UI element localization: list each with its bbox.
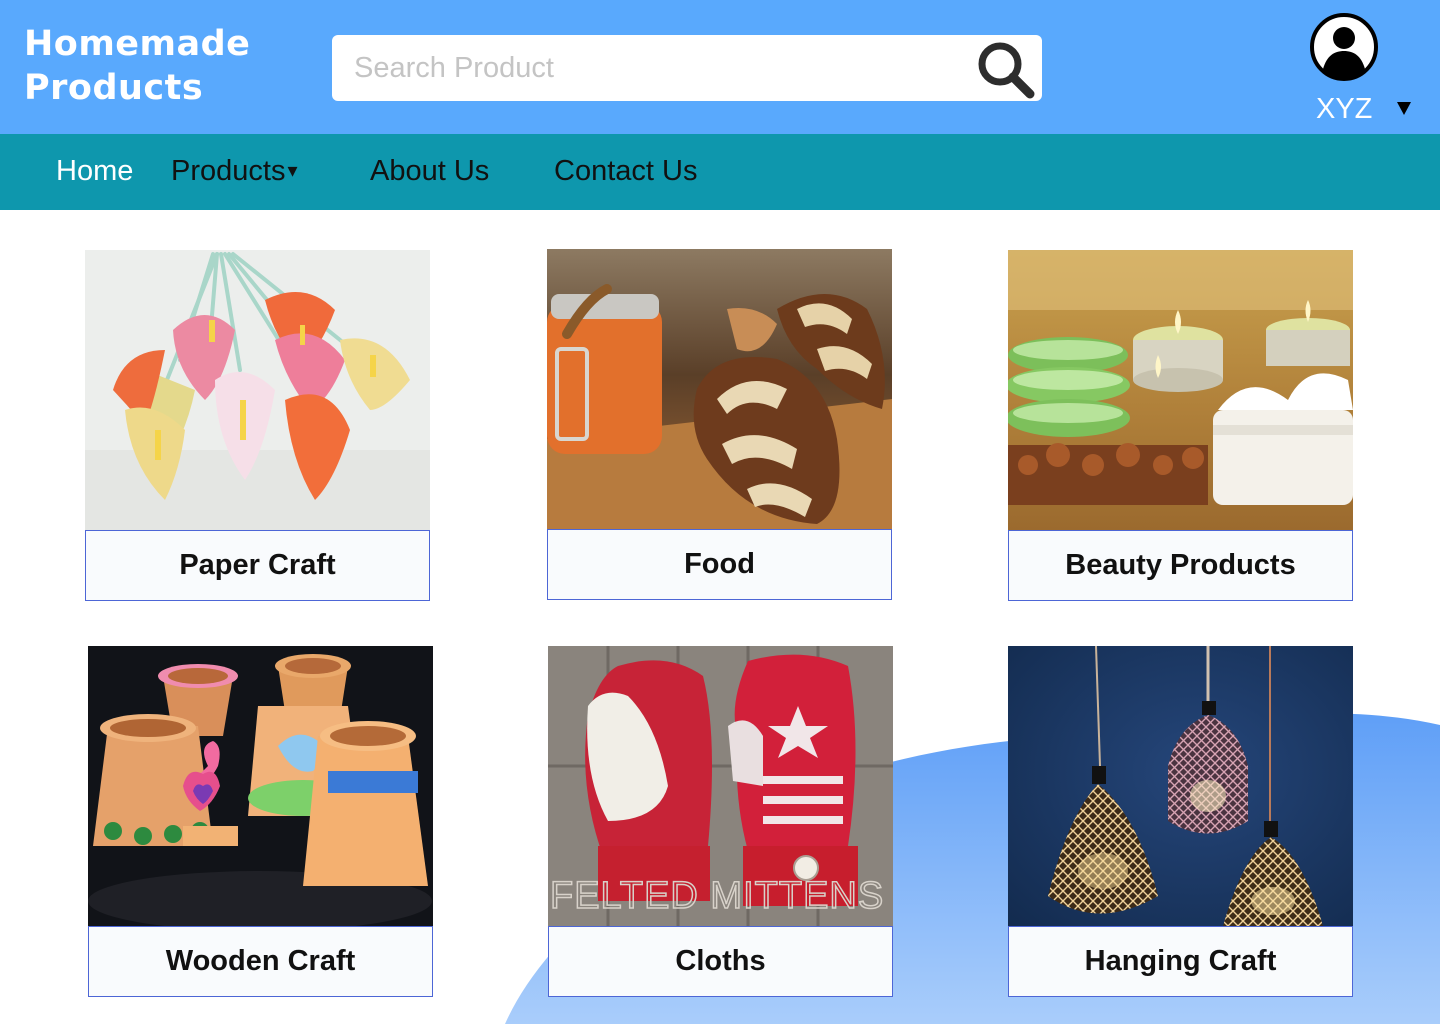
search-box	[332, 35, 1042, 101]
header-bar: Homemade Products XYZ	[0, 0, 1440, 134]
main-nav: Home Products ▾ About Us Contact Us	[0, 134, 1440, 210]
card-label: Food	[547, 529, 892, 600]
logo-line-1: Homemade	[24, 24, 251, 64]
hanging-craft-image	[1008, 646, 1353, 926]
nav-products-label: Products	[171, 155, 286, 187]
card-label: Hanging Craft	[1008, 926, 1353, 997]
nav-about-us[interactable]: About Us	[370, 153, 489, 189]
card-label: Paper Craft	[85, 530, 430, 601]
chevron-down-icon: ▾	[287, 160, 298, 182]
cloths-image: FELTED MITTENS	[548, 646, 893, 926]
nav-products[interactable]: Products ▾	[171, 153, 298, 189]
nav-contact-us[interactable]: Contact Us	[554, 153, 697, 189]
nav-home[interactable]: Home	[56, 153, 133, 189]
felted-mittens-watermark: FELTED MITTENS	[550, 875, 884, 917]
beauty-products-image	[1008, 250, 1353, 530]
site-logo[interactable]: Homemade Products	[24, 22, 250, 110]
wooden-craft-image	[88, 646, 433, 926]
logo-line-2: Products	[24, 68, 204, 108]
user-name[interactable]: XYZ	[1316, 92, 1372, 126]
search-icon[interactable]	[974, 38, 1036, 100]
search-input[interactable]	[354, 35, 974, 101]
caret-down-icon[interactable]	[1396, 100, 1412, 116]
card-label: Beauty Products	[1008, 530, 1353, 601]
user-avatar-icon[interactable]	[1309, 12, 1379, 82]
paper-craft-image	[85, 250, 430, 530]
card-label: Wooden Craft	[88, 926, 433, 997]
card-label: Cloths	[548, 926, 893, 997]
food-image	[547, 249, 892, 529]
